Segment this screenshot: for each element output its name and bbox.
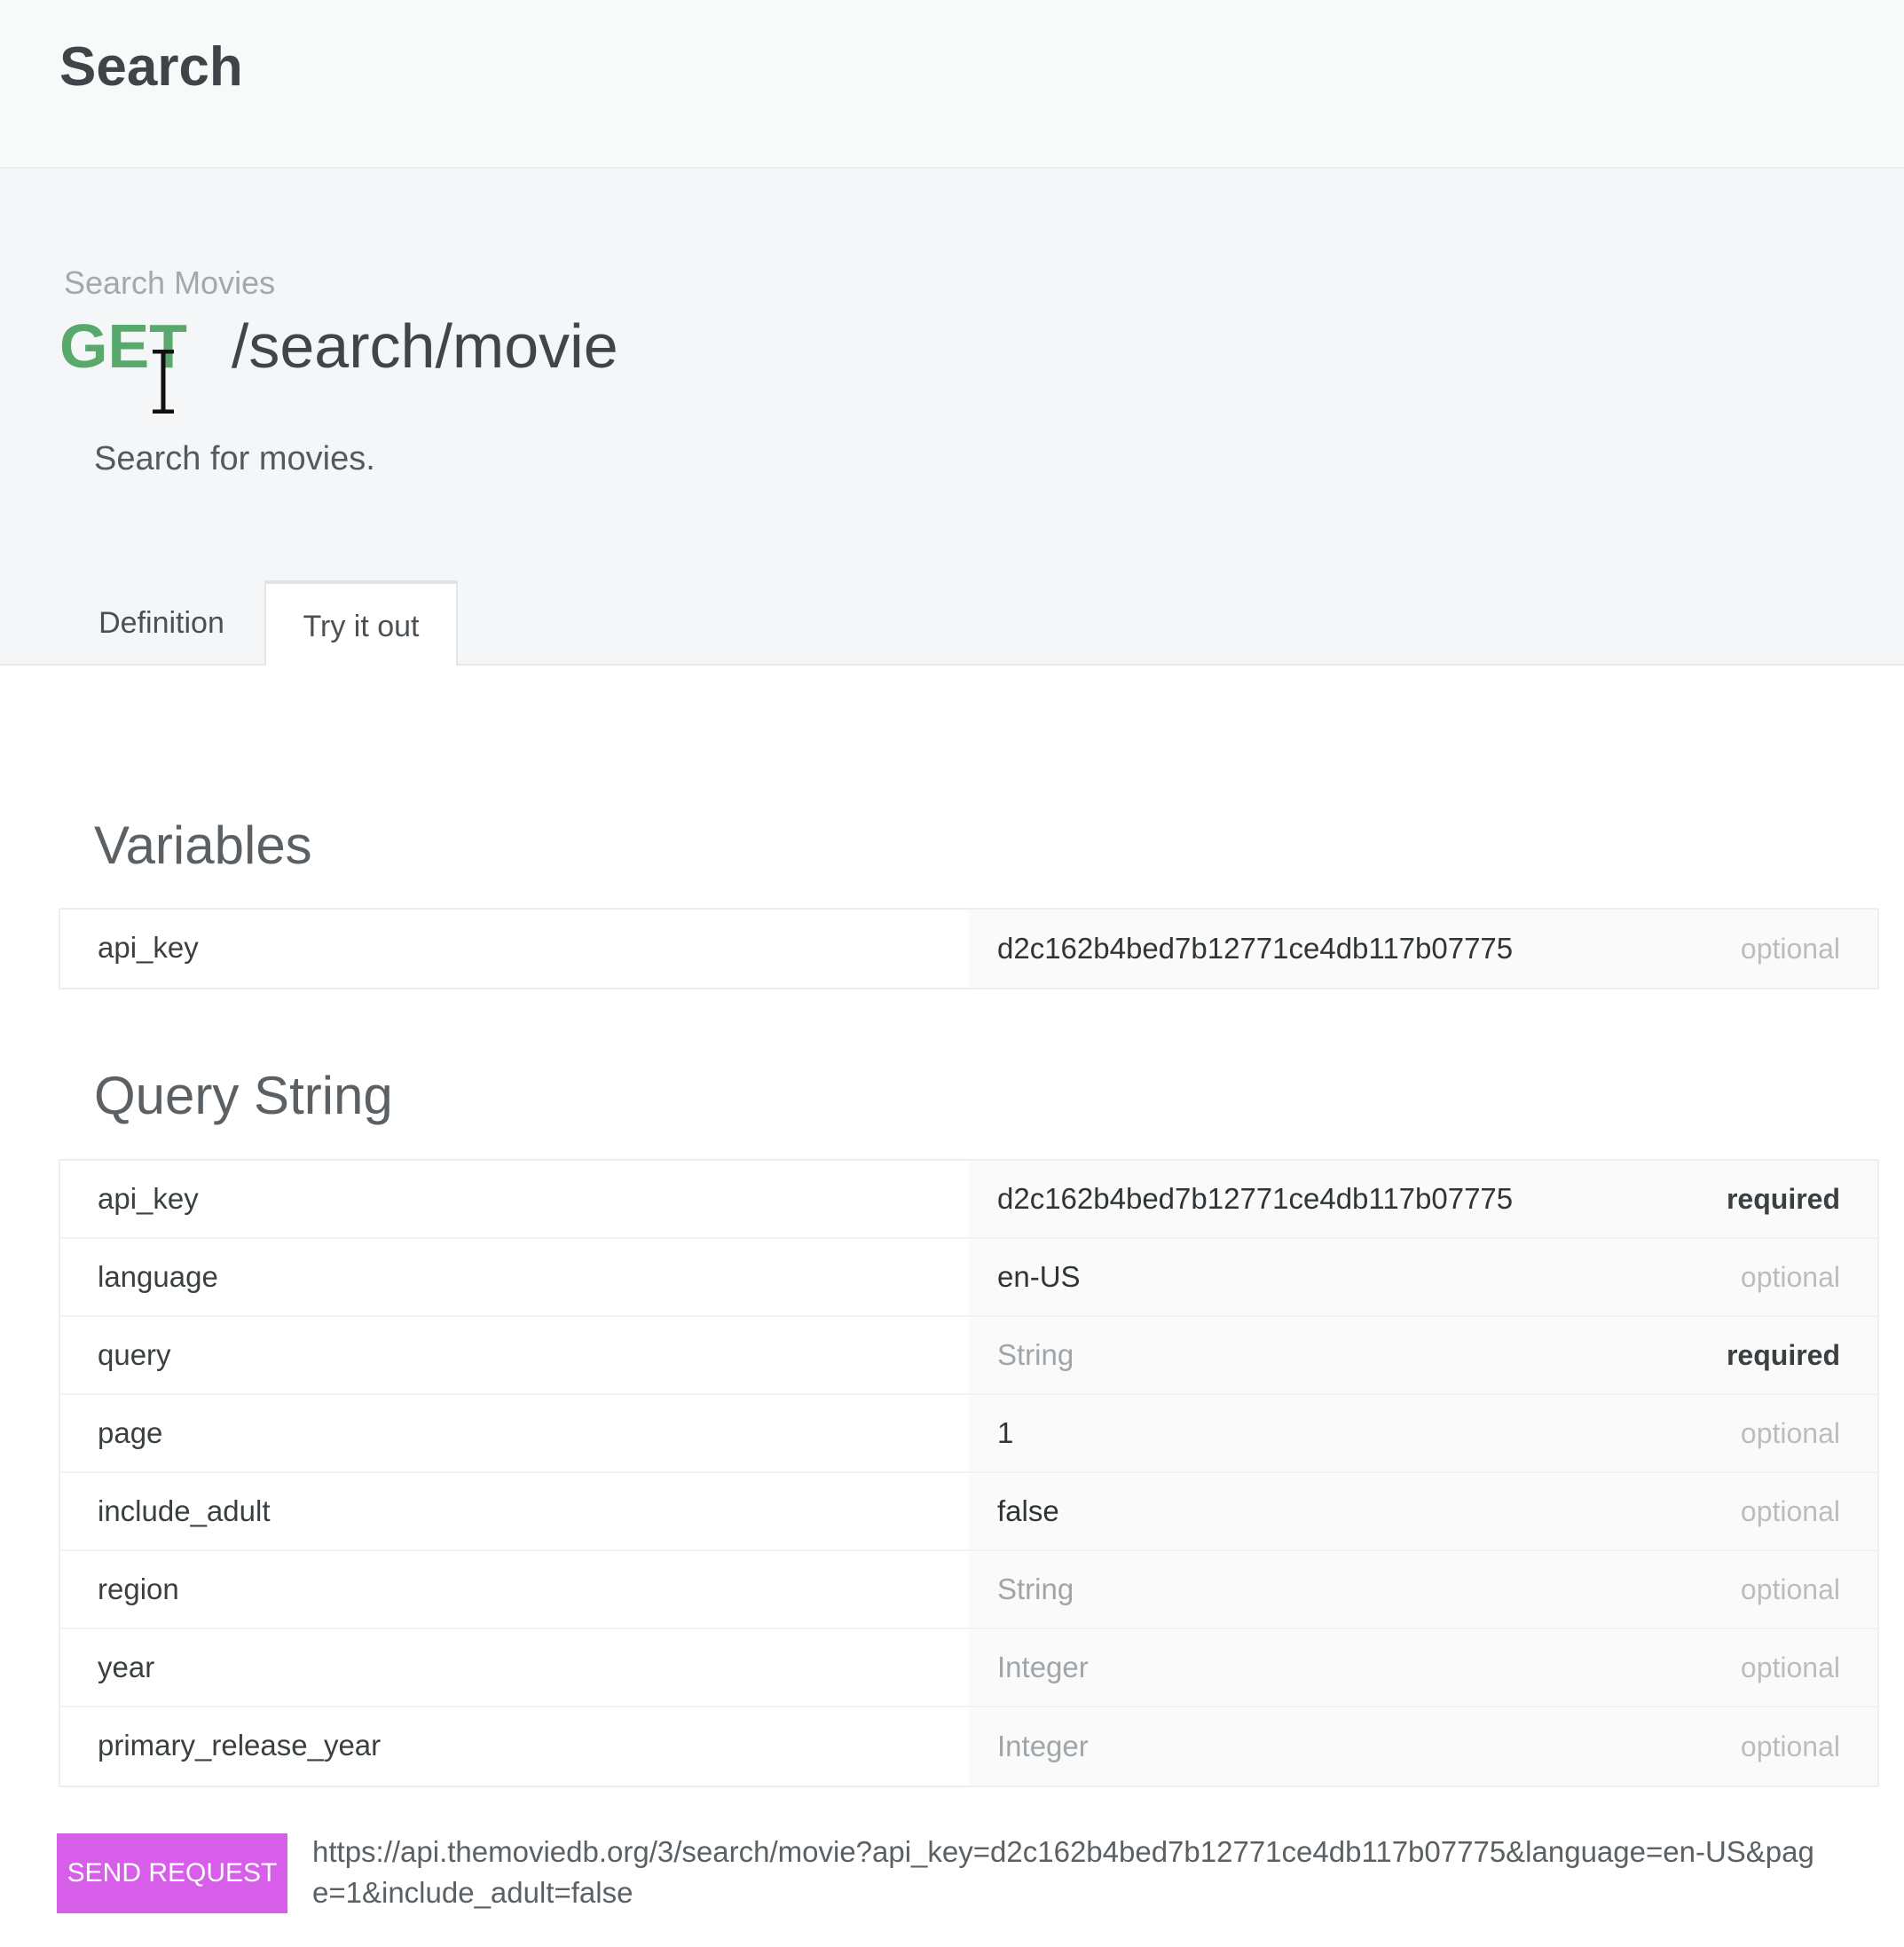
endpoint-summary: Search Movies GET/search/movie Search fo… [0,169,1904,666]
query-string-heading: Query String [94,1066,393,1125]
param-name: query [98,1338,171,1371]
param-name: api_key [98,1182,199,1215]
param-value-cell: required [969,1161,1877,1237]
param-name: language [98,1260,218,1293]
variables-heading: Variables [94,816,312,875]
page-header: Search [0,0,1904,169]
table-row: region optional [60,1551,1877,1629]
param-value-cell: optional [969,1395,1877,1471]
tab-definition-label: Definition [98,606,224,640]
send-request-button[interactable]: SEND REQUEST [57,1833,287,1913]
param-flag: optional [1740,1260,1840,1293]
text-cursor-icon [153,350,174,414]
request-url: https://api.themoviedb.org/3/search/movi… [312,1835,1814,1909]
table-row: language optional [60,1239,1877,1317]
param-value-cell: required [969,1317,1877,1393]
table-row: api_key optional [60,910,1877,988]
param-name: include_adult [98,1494,271,1527]
param-value-cell: optional [969,1707,1877,1785]
table-row: include_adult optional [60,1473,1877,1551]
query-input[interactable] [997,1338,1618,1372]
param-name: api_key [98,931,199,964]
endpoint-path: /search/movie [231,311,618,381]
table-row: primary_release_year optional [60,1707,1877,1785]
param-flag: optional [1740,1573,1840,1605]
page-title: Search [59,36,243,98]
primary-release-year-input[interactable] [997,1730,1618,1763]
include-adult-input[interactable] [997,1494,1618,1528]
region-input[interactable] [997,1573,1618,1606]
tab-try-it-out-label: Try it out [303,610,420,643]
param-flag: optional [1740,932,1840,965]
table-row: query required [60,1317,1877,1395]
endpoint-name: Search Movies [64,264,276,301]
year-input[interactable] [997,1651,1618,1684]
param-name: page [98,1416,163,1449]
param-flag: required [1726,1182,1840,1215]
query-string-table: api_key required language optional query… [59,1159,1879,1787]
param-flag: required [1726,1338,1840,1371]
tab-try-it-out[interactable]: Try it out [264,580,458,666]
param-flag: optional [1740,1730,1840,1762]
param-name: year [98,1651,155,1683]
param-flag: optional [1740,1494,1840,1527]
param-value-cell: optional [969,1473,1877,1549]
tab-definition[interactable]: Definition [64,580,259,666]
variables-table: api_key optional [59,908,1879,989]
endpoint-signature: GET/search/movie [59,311,618,382]
table-row: page optional [60,1395,1877,1473]
table-row: year optional [60,1629,1877,1707]
param-flag: optional [1740,1416,1840,1449]
param-value-cell: optional [969,1629,1877,1706]
api-key-variable-input[interactable] [997,932,1618,966]
endpoint-description: Search for movies. [94,440,375,477]
param-name: primary_release_year [98,1729,382,1762]
param-name: region [98,1573,179,1605]
api-key-input[interactable] [997,1182,1618,1216]
param-value-cell: optional [969,910,1877,988]
language-input[interactable] [997,1260,1618,1294]
table-row: api_key required [60,1161,1877,1239]
param-value-cell: optional [969,1239,1877,1315]
param-value-cell: optional [969,1551,1877,1628]
param-flag: optional [1740,1651,1840,1683]
page-input[interactable] [997,1416,1618,1450]
